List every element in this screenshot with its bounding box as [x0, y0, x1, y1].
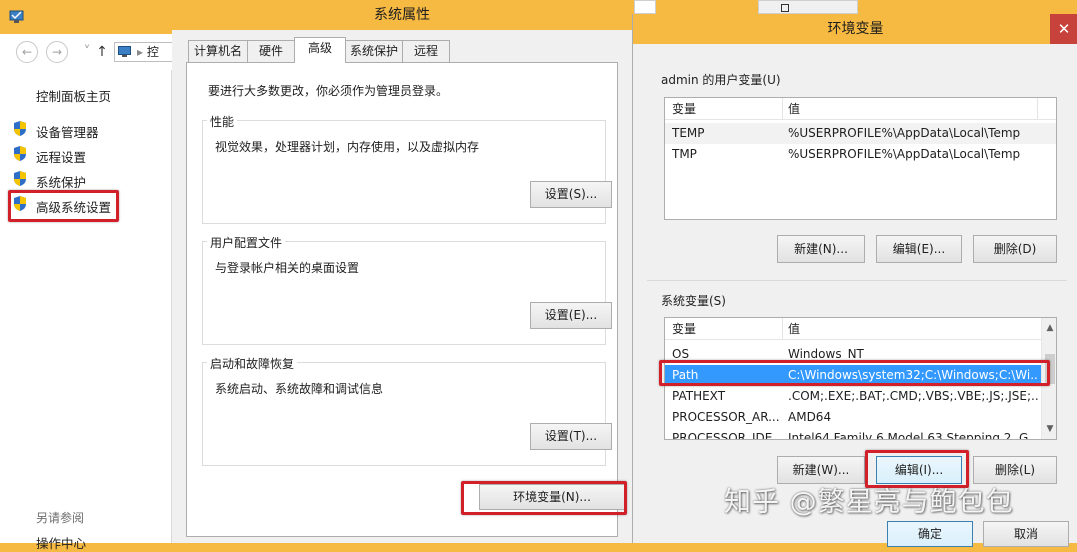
tab-hardware[interactable]: 硬件: [247, 40, 295, 62]
dialog-title: 环境变量: [633, 14, 1077, 44]
scroll-thumb[interactable]: [1045, 354, 1055, 384]
back-arrow-icon[interactable]: ←: [16, 41, 38, 63]
startup-recovery-description: 系统启动、系统故障和调试信息: [215, 382, 384, 396]
forward-arrow-icon[interactable]: →: [46, 41, 68, 63]
startup-recovery-title: 启动和故障恢复: [207, 355, 298, 372]
performance-description: 视觉效果，处理器计划，内存使用，以及虚拟内存: [215, 140, 480, 154]
column-divider[interactable]: [782, 98, 783, 120]
user-variables-list[interactable]: 变量 值 TEMP %USERPROFILE%\AppData\Local\Te…: [664, 97, 1057, 220]
tab-computer-name[interactable]: 计算机名: [188, 40, 248, 62]
variable-value: Intel64 Family 6 Model 63 Stepping 2, G.…: [788, 431, 1038, 440]
column-divider[interactable]: [1037, 98, 1038, 120]
list-item[interactable]: TMP %USERPROFILE%\AppData\Local\Temp: [665, 144, 1056, 165]
user-profiles-settings-button[interactable]: 设置(E)...: [530, 302, 612, 329]
uac-shield-icon: [14, 121, 26, 136]
background-window-corner: [634, 0, 656, 14]
startup-recovery-settings-button[interactable]: 设置(T)...: [530, 423, 612, 450]
variable-name: TMP: [672, 147, 697, 161]
list-item[interactable]: TEMP %USERPROFILE%\AppData\Local\Temp: [665, 123, 1056, 144]
admin-note: 要进行大多数更改，你必须作为管理员登录。: [208, 84, 449, 98]
scroll-up-icon[interactable]: ▲: [1042, 320, 1056, 336]
address-text: 控: [146, 45, 159, 59]
uac-shield-icon: [14, 196, 26, 211]
user-profiles-title: 用户配置文件: [207, 234, 286, 251]
environment-variables-dialog: 环境变量 ✕ admin 的用户变量(U) 变量 值 TEMP %USERPRO…: [632, 14, 1077, 547]
advanced-tab-page: 要进行大多数更改，你必须作为管理员登录。 性能 视觉效果，处理器计划，内存使用，…: [186, 62, 625, 537]
column-divider[interactable]: [782, 318, 783, 340]
system-icon: [9, 10, 24, 23]
system-variables-list[interactable]: 变量 值 OS Windows_NT Path C:\Windows\syste…: [664, 317, 1057, 440]
list-item[interactable]: OS Windows_NT: [665, 344, 1041, 365]
control-panel-window: ← → ˅ ↑ ▸ 控 控制面板主页 设备管理器 远程设置 系统保护 高级系统设…: [0, 0, 184, 551]
column-header-value[interactable]: 值: [788, 318, 1038, 340]
watermark-text: 知乎 @繁星亮与鲍包包: [724, 487, 1014, 518]
variable-name: PATHEXT: [672, 389, 726, 403]
cancel-button[interactable]: 取消: [983, 521, 1069, 547]
user-profiles-description: 与登录帐户相关的桌面设置: [215, 261, 360, 275]
list-item[interactable]: PROCESSOR_AR... AMD64: [665, 407, 1041, 428]
column-header-name[interactable]: 变量: [672, 318, 784, 340]
environment-variables-button[interactable]: 环境变量(N)...: [479, 484, 625, 510]
variable-value: C:\Windows\system32;C:\Windows;C:\Wi...: [788, 368, 1038, 382]
variable-value: %USERPROFILE%\AppData\Local\Temp: [788, 126, 1021, 140]
user-delete-button[interactable]: 删除(D): [973, 235, 1057, 263]
variable-value: AMD64: [788, 410, 832, 424]
advanced-system-settings-link[interactable]: 高级系统设置: [36, 197, 111, 216]
close-icon[interactable]: ✕: [1050, 14, 1077, 44]
startup-recovery-group: [202, 362, 606, 466]
control-panel-icon: [118, 46, 131, 57]
column-header-name[interactable]: 变量: [672, 98, 784, 120]
performance-title: 性能: [207, 113, 238, 130]
control-panel-home-link[interactable]: 控制面板主页: [36, 86, 111, 105]
user-profiles-group: [202, 241, 606, 345]
see-also-heading: 另请参阅: [36, 511, 85, 525]
tab-remote[interactable]: 远程: [402, 40, 450, 62]
up-arrow-icon[interactable]: ↑: [94, 41, 110, 63]
list-item-selected[interactable]: Path C:\Windows\system32;C:\Windows;C:\W…: [665, 365, 1041, 386]
user-new-button[interactable]: 新建(N)...: [777, 235, 865, 263]
variable-value: %USERPROFILE%\AppData\Local\Temp: [788, 147, 1021, 161]
remote-settings-link[interactable]: 远程设置: [36, 147, 86, 166]
performance-group: [202, 120, 606, 224]
scroll-down-icon[interactable]: ▼: [1042, 421, 1056, 437]
system-protection-link[interactable]: 系统保护: [36, 172, 86, 191]
list-item[interactable]: PATHEXT .COM;.EXE;.BAT;.CMD;.VBS;.VBE;.J…: [665, 386, 1041, 407]
dialog-title: 系统属性: [172, 0, 632, 30]
maximize-icon[interactable]: [781, 4, 789, 12]
uac-shield-icon: [14, 171, 26, 186]
user-edit-button[interactable]: 编辑(E)...: [876, 235, 962, 263]
variable-name: PROCESSOR_IDE...: [672, 431, 784, 440]
list-header: 变量 值: [665, 318, 1041, 340]
variable-name: TEMP: [672, 126, 705, 140]
variable-name: PROCESSOR_AR...: [672, 410, 780, 424]
uac-shield-icon: [14, 146, 26, 161]
variable-name: OS: [672, 347, 690, 361]
system-variables-title: 系统变量(S): [661, 294, 726, 308]
list-item[interactable]: PROCESSOR_IDE... Intel64 Family 6 Model …: [665, 428, 1041, 440]
device-manager-link[interactable]: 设备管理器: [36, 122, 99, 141]
variable-name: Path: [672, 368, 699, 382]
variable-value: Windows_NT: [788, 347, 864, 361]
variable-value: .COM;.EXE;.BAT;.CMD;.VBS;.VBE;.JS;.JSE;.…: [788, 389, 1038, 403]
control-panel-titlebar: [0, 0, 172, 34]
tab-system-protection[interactable]: 系统保护: [345, 40, 403, 62]
ok-button[interactable]: 确定: [887, 521, 973, 547]
column-header-value[interactable]: 值: [788, 98, 1038, 120]
system-properties-dialog: 系统属性 计算机名 硬件 高级 系统保护 远程 要进行大多数更改，你必须作为管理…: [172, 0, 632, 543]
tab-advanced[interactable]: 高级: [294, 37, 346, 63]
background-window-titlebar: [758, 0, 858, 14]
performance-settings-button[interactable]: 设置(S)...: [530, 181, 612, 208]
vertical-scrollbar[interactable]: ▲ ▼: [1041, 318, 1056, 439]
control-panel-navbar: ← → ˅ ↑ ▸ 控: [0, 34, 184, 70]
section-divider: [647, 280, 1067, 281]
user-variables-title: admin 的用户变量(U): [661, 73, 781, 87]
dropdown-arrow-icon[interactable]: ˅: [79, 42, 95, 62]
list-header: 变量 值: [665, 98, 1056, 120]
